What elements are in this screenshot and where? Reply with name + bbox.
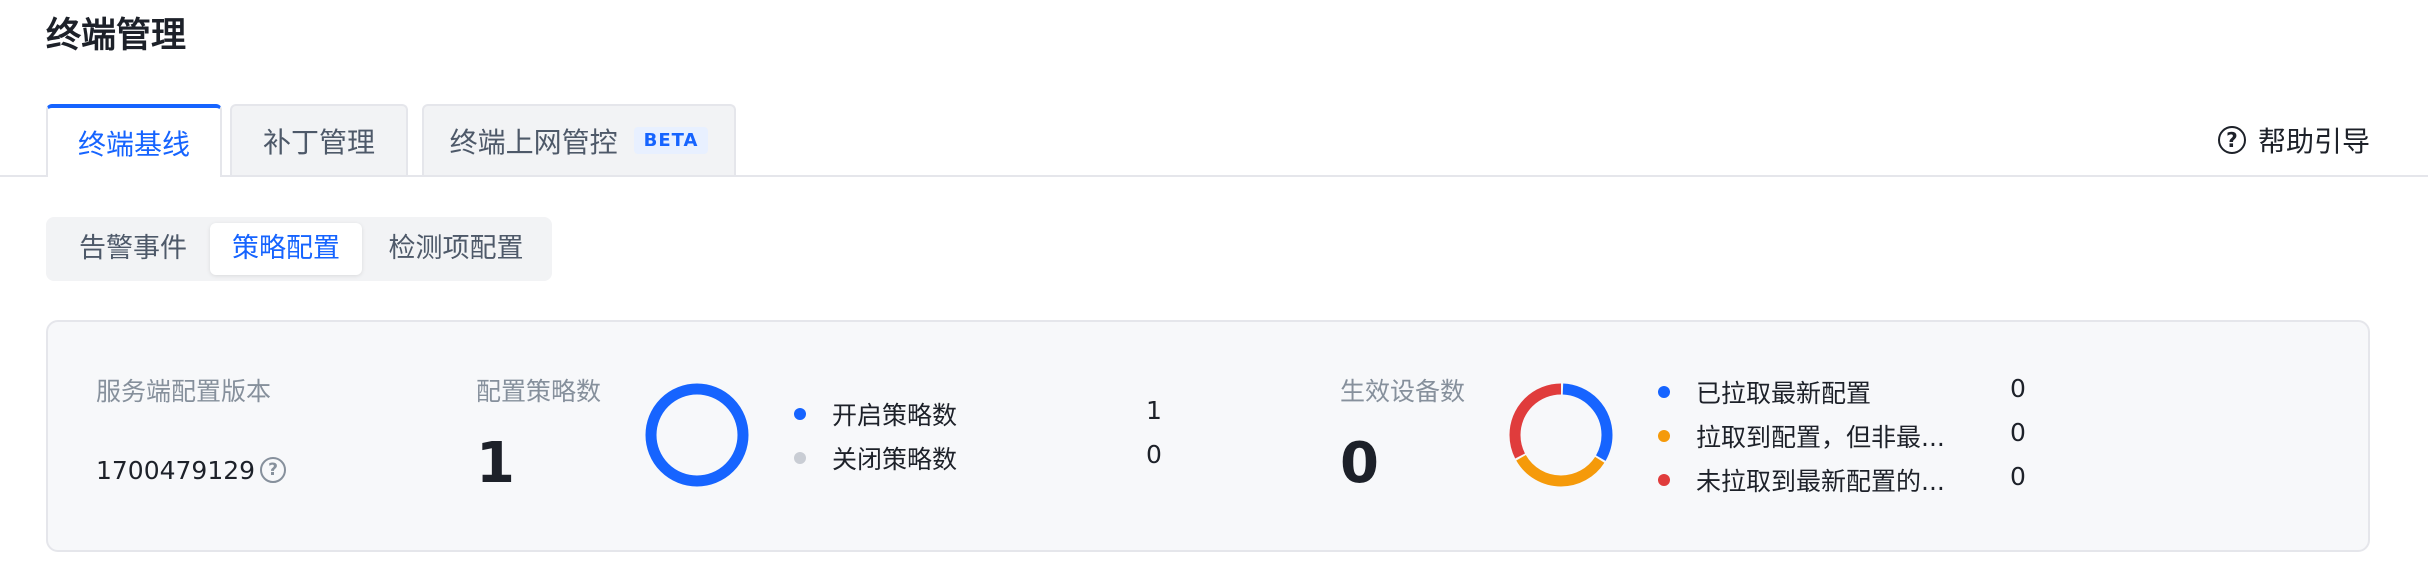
device-legend-missing-value: 0 [2010, 462, 2026, 491]
beta-badge: BETA [633, 127, 709, 154]
main-tabs: 终端基线 补丁管理 终端上网管控 BETA [0, 104, 2428, 177]
policy-legend-disabled: 关闭策略数 [794, 440, 957, 476]
server-version-value: 1700479129 [96, 456, 256, 485]
page-title: 终端管理 [46, 16, 187, 56]
legend-dot-icon [794, 452, 806, 464]
subtab-alert-events[interactable]: 告警事件 [58, 223, 208, 275]
legend-label: 已拉取最新配置 [1696, 379, 1872, 408]
device-legend-latest: 已拉取最新配置 [1658, 374, 1871, 410]
device-count-value: 0 [1340, 431, 1379, 496]
policy-legend-enabled-value: 1 [1146, 396, 1162, 425]
legend-dot-icon [794, 408, 806, 420]
tab-label: 补丁管理 [262, 125, 375, 159]
policy-legend-enabled: 开启策略数 [794, 396, 957, 432]
legend-dot-icon [1658, 430, 1670, 442]
legend-label: 未拉取到最新配置的... [1696, 467, 1945, 496]
legend-label: 关闭策略数 [832, 445, 958, 474]
tab-label: 终端基线 [77, 127, 190, 161]
version-help-icon[interactable]: ? [260, 457, 286, 483]
help-guide-link[interactable]: ? 帮助引导 [2217, 120, 2370, 160]
legend-label: 拉取到配置，但非最... [1696, 423, 1945, 452]
policy-legend-disabled-value: 0 [1146, 440, 1162, 469]
device-legend-partial: 拉取到配置，但非最... [1658, 418, 1945, 454]
help-guide-label: 帮助引导 [2257, 125, 2370, 158]
sub-tab-group: 告警事件 策略配置 检测项配置 [46, 217, 552, 281]
legend-dot-icon [1658, 386, 1670, 398]
policy-donut-chart [645, 383, 749, 487]
policy-count-value: 1 [476, 431, 515, 496]
question-circle-icon: ? [2217, 126, 2246, 154]
policy-donut-enabled-arc [645, 383, 749, 487]
device-count-label: 生效设备数 [1340, 377, 1466, 406]
subtab-check-item-config[interactable]: 检测项配置 [366, 223, 546, 275]
legend-label: 开启策略数 [832, 401, 958, 430]
server-version-label: 服务端配置版本 [96, 377, 272, 406]
tab-terminal-baseline[interactable]: 终端基线 [46, 104, 222, 177]
device-donut-chart [1509, 383, 1613, 487]
policy-count-label: 配置策略数 [476, 377, 602, 406]
summary-card: 服务端配置版本 1700479129 ? 配置策略数 1 开启策略数 1 关闭策… [46, 320, 2370, 552]
device-legend-missing: 未拉取到最新配置的... [1658, 462, 1945, 498]
legend-dot-icon [1658, 474, 1670, 486]
device-legend-latest-value: 0 [2010, 374, 2026, 403]
subtab-policy-config[interactable]: 策略配置 [210, 223, 362, 275]
tab-patch-management[interactable]: 补丁管理 [230, 104, 408, 175]
tab-label: 终端上网管控 [449, 125, 618, 159]
tab-internet-control[interactable]: 终端上网管控 BETA [422, 104, 736, 175]
device-legend-partial-value: 0 [2010, 418, 2026, 447]
